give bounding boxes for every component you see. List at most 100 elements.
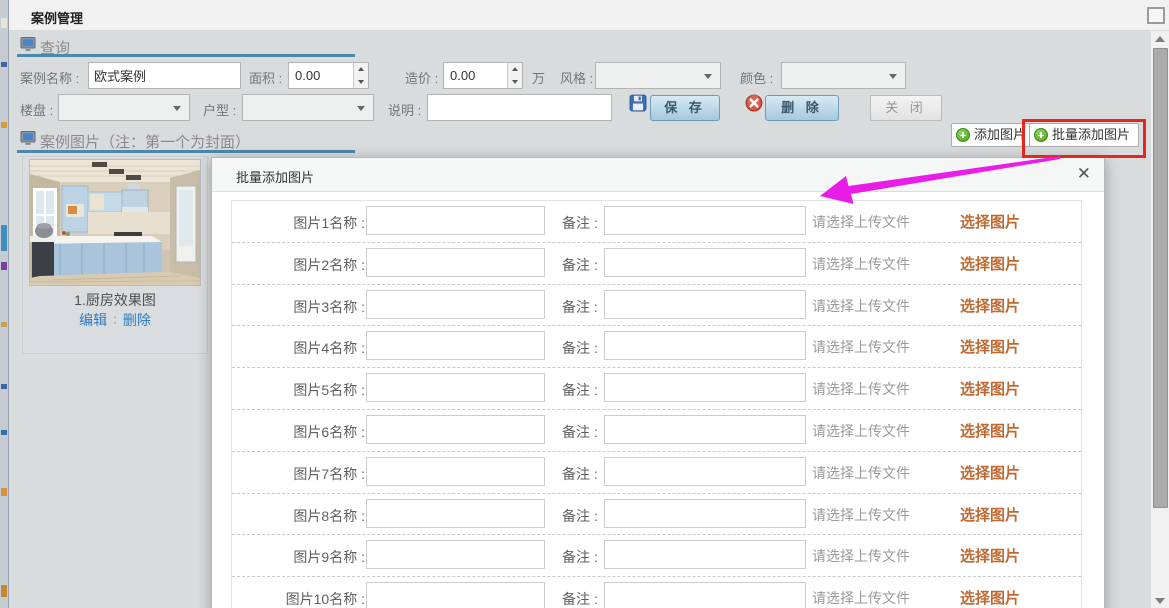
image-name-label: 图片8名称 :: [293, 506, 365, 526]
note-input[interactable]: [604, 206, 806, 235]
description-label: 说明 :: [388, 100, 421, 119]
area-label: 面积 :: [249, 68, 282, 87]
note-label: 备注 :: [562, 422, 598, 442]
image-name-input[interactable]: [366, 457, 545, 486]
batch-add-image-button[interactable]: 批量添加图片: [1029, 123, 1139, 147]
choose-image-link[interactable]: 选择图片: [960, 211, 1020, 232]
upload-hint-text: 请选择上传文件: [812, 296, 910, 316]
choose-image-link[interactable]: 选择图片: [960, 295, 1020, 316]
upload-hint-text: 请选择上传文件: [812, 546, 910, 566]
kitchen-thumbnail-image[interactable]: [29, 159, 201, 286]
delete-link[interactable]: 删除: [123, 312, 151, 328]
case-name-input[interactable]: [88, 62, 241, 89]
scroll-down-icon[interactable]: [1155, 598, 1165, 604]
note-input[interactable]: [604, 582, 806, 608]
images-section-title: 案例图片（注：第一个为封面）: [40, 131, 250, 152]
spin-up-icon[interactable]: [508, 63, 522, 77]
choose-image-link[interactable]: 选择图片: [960, 378, 1020, 399]
image-name-label: 图片10名称 :: [286, 589, 365, 608]
house-type-select[interactable]: [242, 94, 374, 121]
note-input[interactable]: [604, 248, 806, 277]
close-button[interactable]: 关 闭: [870, 95, 942, 121]
image-upload-row: 图片5名称 : 备注 : 请选择上传文件 选择图片: [232, 368, 1081, 410]
spin-down-icon[interactable]: [508, 76, 522, 89]
spin-up-icon[interactable]: [354, 63, 368, 77]
image-upload-row: 图片9名称 : 备注 : 请选择上传文件 选择图片: [232, 535, 1081, 577]
image-name-label: 图片9名称 :: [293, 547, 365, 567]
chevron-down-icon: [704, 74, 712, 79]
scrollbar-thumb[interactable]: [1153, 48, 1168, 508]
note-input[interactable]: [604, 290, 806, 319]
note-label: 备注 :: [562, 589, 598, 608]
choose-image-link[interactable]: 选择图片: [960, 587, 1020, 608]
house-type-label: 户型 :: [203, 100, 236, 119]
choose-image-link[interactable]: 选择图片: [960, 253, 1020, 274]
save-button[interactable]: 保 存: [650, 95, 720, 121]
image-name-input[interactable]: [366, 331, 545, 360]
monitor-icon: [20, 37, 36, 51]
cost-spinner[interactable]: 0.00: [443, 62, 523, 89]
chevron-down-icon: [889, 74, 897, 79]
upload-hint-text: 请选择上传文件: [812, 505, 910, 525]
image-name-input[interactable]: [366, 415, 545, 444]
note-input[interactable]: [604, 457, 806, 486]
close-icon[interactable]: ✕: [1077, 164, 1091, 184]
choose-image-link[interactable]: 选择图片: [960, 545, 1020, 566]
building-select[interactable]: [58, 94, 190, 121]
images-section-underline: [17, 150, 355, 153]
note-label: 备注 :: [562, 506, 598, 526]
description-input[interactable]: [427, 94, 612, 121]
plus-icon: [1034, 128, 1048, 142]
edit-link[interactable]: 编辑: [79, 312, 107, 328]
add-image-button[interactable]: 添加图片: [951, 123, 1035, 147]
note-label: 备注 :: [562, 213, 598, 233]
upload-hint-text: 请选择上传文件: [812, 337, 910, 357]
choose-image-link[interactable]: 选择图片: [960, 462, 1020, 483]
note-input[interactable]: [604, 499, 806, 528]
upload-hint-text: 请选择上传文件: [812, 254, 910, 274]
batch-add-dialog: 批量添加图片 ✕ 图片1名称 : 备注 : 请选择上传文件 选择图片 图片2名称…: [211, 157, 1105, 608]
note-input[interactable]: [604, 415, 806, 444]
thumbnail-caption: 1.厨房效果图: [23, 290, 207, 310]
image-name-label: 图片7名称 :: [293, 464, 365, 484]
image-upload-row: 图片1名称 : 备注 : 请选择上传文件 选择图片: [232, 201, 1081, 243]
spin-down-icon[interactable]: [354, 76, 368, 89]
image-name-label: 图片3名称 :: [293, 297, 365, 317]
image-upload-row: 图片7名称 : 备注 : 请选择上传文件 选择图片: [232, 452, 1081, 494]
upload-hint-text: 请选择上传文件: [812, 379, 910, 399]
note-label: 备注 :: [562, 380, 598, 400]
chevron-down-icon: [357, 106, 365, 111]
note-label: 备注 :: [562, 338, 598, 358]
choose-image-link[interactable]: 选择图片: [960, 504, 1020, 525]
vertical-scrollbar[interactable]: [1150, 31, 1169, 608]
cost-unit-label: 万: [532, 68, 545, 87]
monitor-icon: [20, 131, 36, 145]
choose-image-link[interactable]: 选择图片: [960, 420, 1020, 441]
color-select[interactable]: [781, 62, 906, 89]
style-select[interactable]: [595, 62, 721, 89]
image-upload-row: 图片4名称 : 备注 : 请选择上传文件 选择图片: [232, 326, 1081, 368]
delete-circle-icon: [745, 94, 763, 112]
image-name-input[interactable]: [366, 373, 545, 402]
area-spinner[interactable]: 0.00: [288, 62, 369, 89]
note-input[interactable]: [604, 540, 806, 569]
upload-hint-text: 请选择上传文件: [812, 212, 910, 232]
image-name-input[interactable]: [366, 290, 545, 319]
building-label: 楼盘 :: [20, 100, 53, 119]
image-name-input[interactable]: [366, 206, 545, 235]
note-input[interactable]: [604, 373, 806, 402]
plus-icon: [956, 128, 970, 142]
dialog-rows-panel: 图片1名称 : 备注 : 请选择上传文件 选择图片 图片2名称 : 备注 : 请…: [231, 200, 1082, 608]
image-name-input[interactable]: [366, 582, 545, 608]
choose-image-link[interactable]: 选择图片: [960, 336, 1020, 357]
window-control-icon[interactable]: [1147, 7, 1165, 24]
image-upload-row: 图片3名称 : 备注 : 请选择上传文件 选择图片: [232, 285, 1081, 327]
image-name-input[interactable]: [366, 499, 545, 528]
image-name-input[interactable]: [366, 248, 545, 277]
note-input[interactable]: [604, 331, 806, 360]
case-image-card[interactable]: 1.厨房效果图 编辑∶删除: [22, 156, 208, 354]
delete-button[interactable]: 删 除: [765, 95, 839, 121]
image-name-input[interactable]: [366, 540, 545, 569]
upload-hint-text: 请选择上传文件: [812, 421, 910, 441]
scroll-up-icon[interactable]: [1155, 36, 1165, 42]
